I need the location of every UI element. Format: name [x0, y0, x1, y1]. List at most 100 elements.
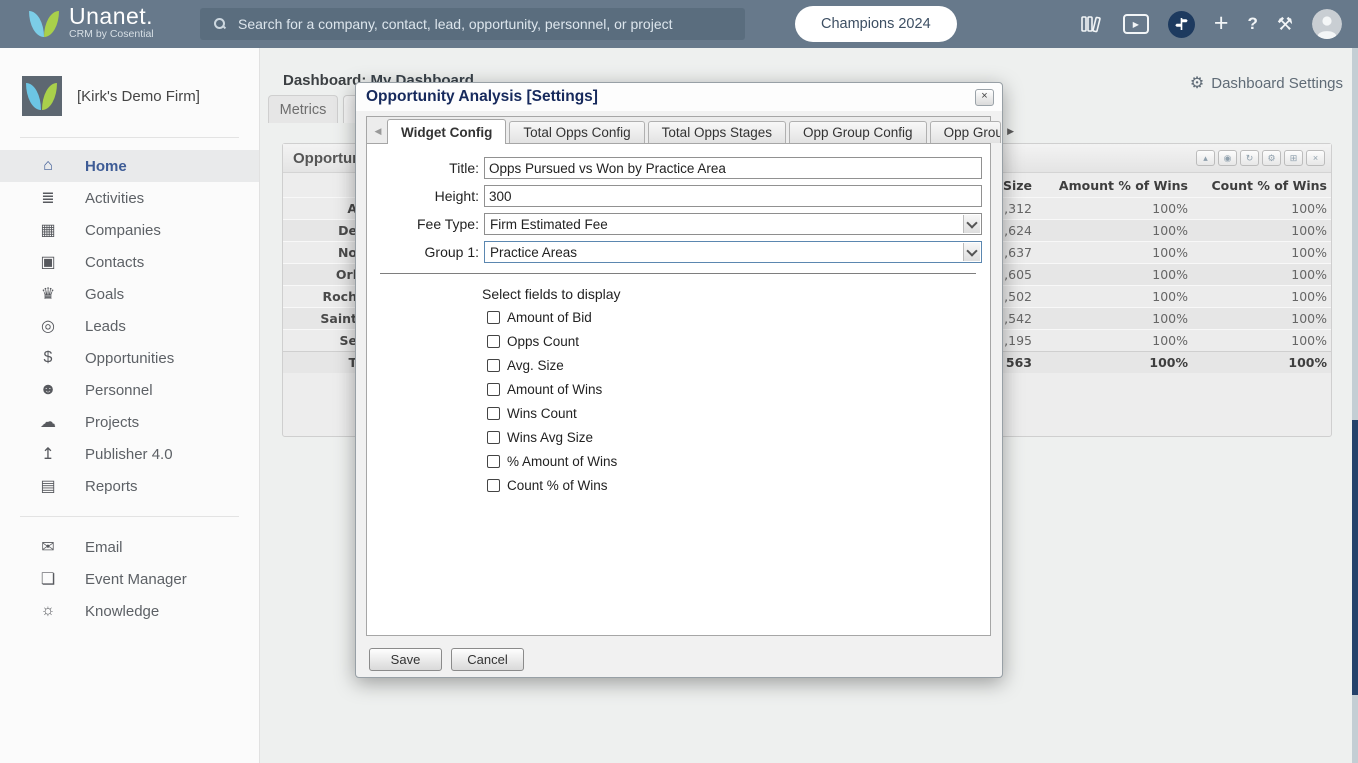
opportunity-analysis-settings-modal: Opportunity Analysis [Settings] × ◀ Widg… [355, 82, 1014, 678]
title-label: Title: [449, 160, 479, 176]
widget-settings-icon[interactable]: ⚙ [1262, 150, 1281, 166]
checkbox-amount-of-bid[interactable]: Amount of Bid [487, 310, 990, 325]
checkbox-input[interactable] [487, 359, 500, 372]
email-icon: ✉ [41, 539, 55, 556]
help-icon[interactable]: ? [1247, 14, 1257, 34]
close-widget-icon[interactable]: × [1306, 150, 1325, 166]
save-button[interactable]: Save [369, 648, 442, 671]
checkbox-avg-size[interactable]: Avg. Size [487, 358, 990, 373]
champions-2024-button[interactable]: Champions 2024 [795, 6, 957, 42]
checkbox-wins-avg-size[interactable]: Wins Avg Size [487, 430, 990, 445]
fee-type-select[interactable]: Firm Estimated Fee [484, 213, 982, 235]
checkbox-input[interactable] [487, 311, 500, 324]
checkbox-input[interactable] [487, 407, 500, 420]
sidebar-item-personnel[interactable]: ☻ Personnel [0, 374, 259, 406]
library-icon[interactable] [1080, 14, 1104, 34]
global-search[interactable] [200, 8, 745, 40]
group1-select[interactable]: Practice Areas [484, 241, 982, 263]
checkbox-opps-count[interactable]: Opps Count [487, 334, 990, 349]
sidebar-item-label: Home [85, 157, 127, 175]
search-input[interactable] [236, 15, 745, 33]
sidebar-item-contacts[interactable]: ▣ Contacts [0, 246, 259, 278]
sidebar-item-label: Reports [85, 477, 138, 495]
checkbox-input[interactable] [487, 431, 500, 444]
contacts-icon: ▣ [40, 254, 56, 271]
scrollbar-thumb[interactable] [1352, 420, 1358, 695]
video-icon[interactable]: ▶ [1122, 14, 1149, 34]
left-sidebar: [Kirk's Demo Firm] ⌂ Home ≣ Activities ▦ Co… [0, 48, 260, 763]
tab-opp-group-stages[interactable]: Opp Grou [929, 121, 1001, 143]
checkbox-input[interactable] [487, 455, 500, 468]
fee-type-label: Fee Type: [416, 216, 479, 232]
sidebar-item-event-manager[interactable]: ❏ Event Manager [0, 563, 259, 595]
tab-metrics[interactable]: Metrics [268, 95, 338, 123]
publisher-icon: ↥ [41, 446, 55, 463]
collapse-icon[interactable]: ▴ [1196, 150, 1215, 166]
sidebar-item-companies[interactable]: ▦ Companies [0, 214, 259, 246]
form-divider [380, 273, 976, 274]
cancel-button[interactable]: Cancel [451, 648, 524, 671]
sidebar-nav: ⌂ Home ≣ Activities ▦ Companies ▣ Contacts ♛… [0, 150, 259, 627]
sidebar-item-publisher[interactable]: ↥ Publisher 4.0 [0, 438, 259, 470]
event-manager-icon: ❏ [40, 571, 56, 588]
checkbox-input[interactable] [487, 383, 500, 396]
checkbox-wins-count[interactable]: Wins Count [487, 406, 990, 421]
tab-scroll-left-icon[interactable]: ◀ [371, 121, 385, 141]
dashboard-settings-button[interactable]: ⚙ Dashboard Settings [1190, 73, 1343, 93]
col-header-amount: Amount % of Wins [1058, 177, 1188, 193]
checkbox-pct-amount-of-wins[interactable]: % Amount of Wins [487, 454, 990, 469]
title-input[interactable] [484, 157, 982, 179]
dashboard-settings-label: Dashboard Settings [1211, 74, 1343, 92]
header-icons: ▶ + ? ⚒ [1080, 0, 1342, 48]
checkbox-input[interactable] [487, 335, 500, 348]
page-scrollbar[interactable] [1352, 48, 1358, 763]
height-label: Height: [434, 188, 479, 204]
sidebar-divider [20, 137, 239, 138]
refresh-icon[interactable]: ↻ [1240, 150, 1259, 166]
reports-icon: ▤ [40, 478, 56, 495]
sidebar-item-label: Leads [85, 317, 126, 335]
goals-icon: ♛ [40, 286, 56, 303]
checkbox-label: Wins Avg Size [507, 430, 594, 445]
modal-tab-strip: ◀ Widget Config Total Opps Config Total … [367, 117, 1014, 144]
sidebar-item-knowledge[interactable]: ☼ Knowledge [0, 595, 259, 627]
add-icon[interactable]: + [1214, 9, 1229, 38]
sidebar-item-home[interactable]: ⌂ Home [0, 150, 259, 182]
firm-header: [Kirk's Demo Firm] [0, 48, 259, 116]
leads-icon: ◎ [41, 318, 55, 335]
checkbox-amount-of-wins[interactable]: Amount of Wins [487, 382, 990, 397]
knowledge-icon: ☼ [40, 602, 56, 619]
tab-total-opps-config[interactable]: Total Opps Config [509, 121, 645, 143]
tab-total-opps-stages[interactable]: Total Opps Stages [647, 121, 786, 143]
unanet-logo: Unanet. CRM by Cosential [28, 5, 154, 40]
sidebar-item-opportunities[interactable]: $ Opportunities [0, 342, 259, 374]
sidebar-item-label: Knowledge [85, 602, 160, 620]
gear-icon: ⚙ [1189, 75, 1205, 92]
tab-widget-config[interactable]: Widget Config [387, 119, 507, 144]
sidebar-item-projects[interactable]: ☁ Projects [0, 406, 259, 438]
widget-config-form: Title: Height: Fee Type: Firm Estimated … [367, 144, 990, 493]
fields-section-title: Select fields to display [482, 286, 621, 302]
guidepost-icon[interactable] [1167, 10, 1195, 38]
opportunities-icon: $ [43, 349, 53, 366]
sidebar-item-email[interactable]: ✉ Email [0, 531, 259, 563]
modal-footer-buttons: Save Cancel [369, 648, 524, 671]
sidebar-item-leads[interactable]: ◎ Leads [0, 310, 259, 342]
sidebar-item-activities[interactable]: ≣ Activities [0, 182, 259, 214]
export-icon[interactable]: ⊞ [1284, 150, 1303, 166]
snapshot-icon[interactable]: ◉ [1218, 150, 1237, 166]
search-icon [214, 18, 226, 30]
user-avatar[interactable] [1312, 9, 1342, 39]
tab-opp-group-config[interactable]: Opp Group Config [789, 121, 927, 143]
admin-tools-icon[interactable]: ⚒ [1277, 14, 1293, 35]
field-checkbox-list: Amount of Bid Opps Count Avg. Size Amoun… [487, 310, 990, 493]
height-input[interactable] [484, 185, 982, 207]
group1-label: Group 1: [424, 244, 479, 260]
modal-titlebar: Opportunity Analysis [Settings] × [356, 83, 1002, 111]
sidebar-item-goals[interactable]: ♛ Goals [0, 278, 259, 310]
checkbox-input[interactable] [487, 479, 500, 492]
tab-scroll-right-icon[interactable]: ▶ [1004, 121, 1018, 141]
close-icon[interactable]: × [975, 88, 994, 106]
sidebar-item-reports[interactable]: ▤ Reports [0, 470, 259, 502]
checkbox-count-pct-of-wins[interactable]: Count % of Wins [487, 478, 990, 493]
